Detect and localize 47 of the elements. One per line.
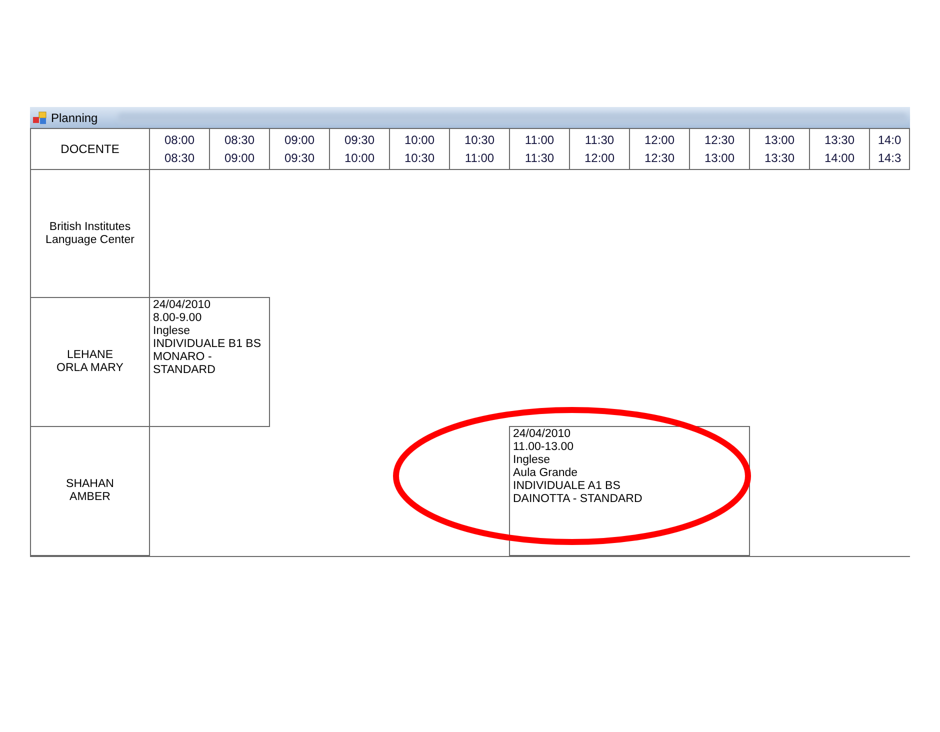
lesson-detail-line: DAINOTTA - STANDARD: [513, 493, 644, 506]
window-title: Planning: [51, 110, 98, 126]
column-header: DOCENTE: [30, 128, 150, 170]
slot-end-time: 12:30: [644, 151, 675, 165]
lesson-detail-line: Inglese: [153, 325, 192, 338]
lesson-detail-line: 11.00-13.00: [513, 441, 575, 454]
teacher-name-line: ORLA MARY: [56, 362, 124, 375]
slot-start-time: 09:30: [344, 133, 375, 147]
slot-end-time: 14:3: [878, 151, 902, 165]
slot-end-time: 13:00: [704, 151, 735, 165]
slot-start-time: 13:00: [764, 133, 795, 147]
slot-end-time: 10:30: [404, 151, 435, 165]
slot-start-time: 11:30: [584, 133, 614, 147]
slot-end-time: 11:00: [464, 151, 494, 165]
slot-start-time: 12:00: [644, 133, 675, 147]
slot-end-time: 13:30: [764, 151, 795, 165]
teacher-name-line: British Institutes: [49, 220, 131, 234]
slot-end-time: 12:00: [584, 151, 615, 165]
window-app-icon: [33, 110, 47, 124]
lesson-detail-line: Aula Grande: [513, 467, 579, 480]
teacher-name-line: LEHANE: [66, 349, 114, 362]
slot-start-time: 08:30: [224, 133, 255, 147]
slot-end-time: 08:30: [164, 151, 195, 165]
slot-start-time: 09:00: [284, 133, 315, 147]
slot-start-time: 08:00: [164, 133, 195, 147]
slot-end-time: 10:00: [344, 151, 375, 165]
slot-start-time: 11:00: [524, 133, 554, 147]
lesson-detail-line: MONARO -: [153, 351, 213, 364]
slot-end-time: 11:30: [524, 151, 554, 165]
lesson-detail-line: Inglese: [513, 454, 552, 467]
slot-start-time: 10:00: [404, 133, 435, 147]
teacher-name-line: AMBER: [70, 491, 110, 504]
slot-start-time: 12:30: [704, 133, 735, 147]
teacher-name-line: Language Center: [46, 234, 134, 246]
lesson-detail-line: 24/04/2010: [153, 299, 212, 312]
lesson-detail-line: 8.00-9.00: [153, 312, 203, 325]
slot-start-time: 14:0: [878, 133, 902, 147]
slot-end-time: 14:00: [824, 151, 855, 165]
slot-start-time: 13:30: [824, 133, 855, 147]
lesson-detail-line: STANDARD: [153, 364, 216, 377]
lesson-detail-line: INDIVIDUALE A1 BS: [513, 480, 622, 493]
lesson-detail-line: INDIVIDUALE B1 BS: [153, 338, 262, 351]
teacher-name-line: SHAHAN: [66, 478, 114, 491]
slot-start-time: 10:30: [464, 133, 495, 147]
slot-end-time: 09:30: [284, 151, 315, 165]
lesson-detail-line: 24/04/2010: [513, 428, 572, 441]
slot-end-time: 09:00: [224, 151, 255, 165]
